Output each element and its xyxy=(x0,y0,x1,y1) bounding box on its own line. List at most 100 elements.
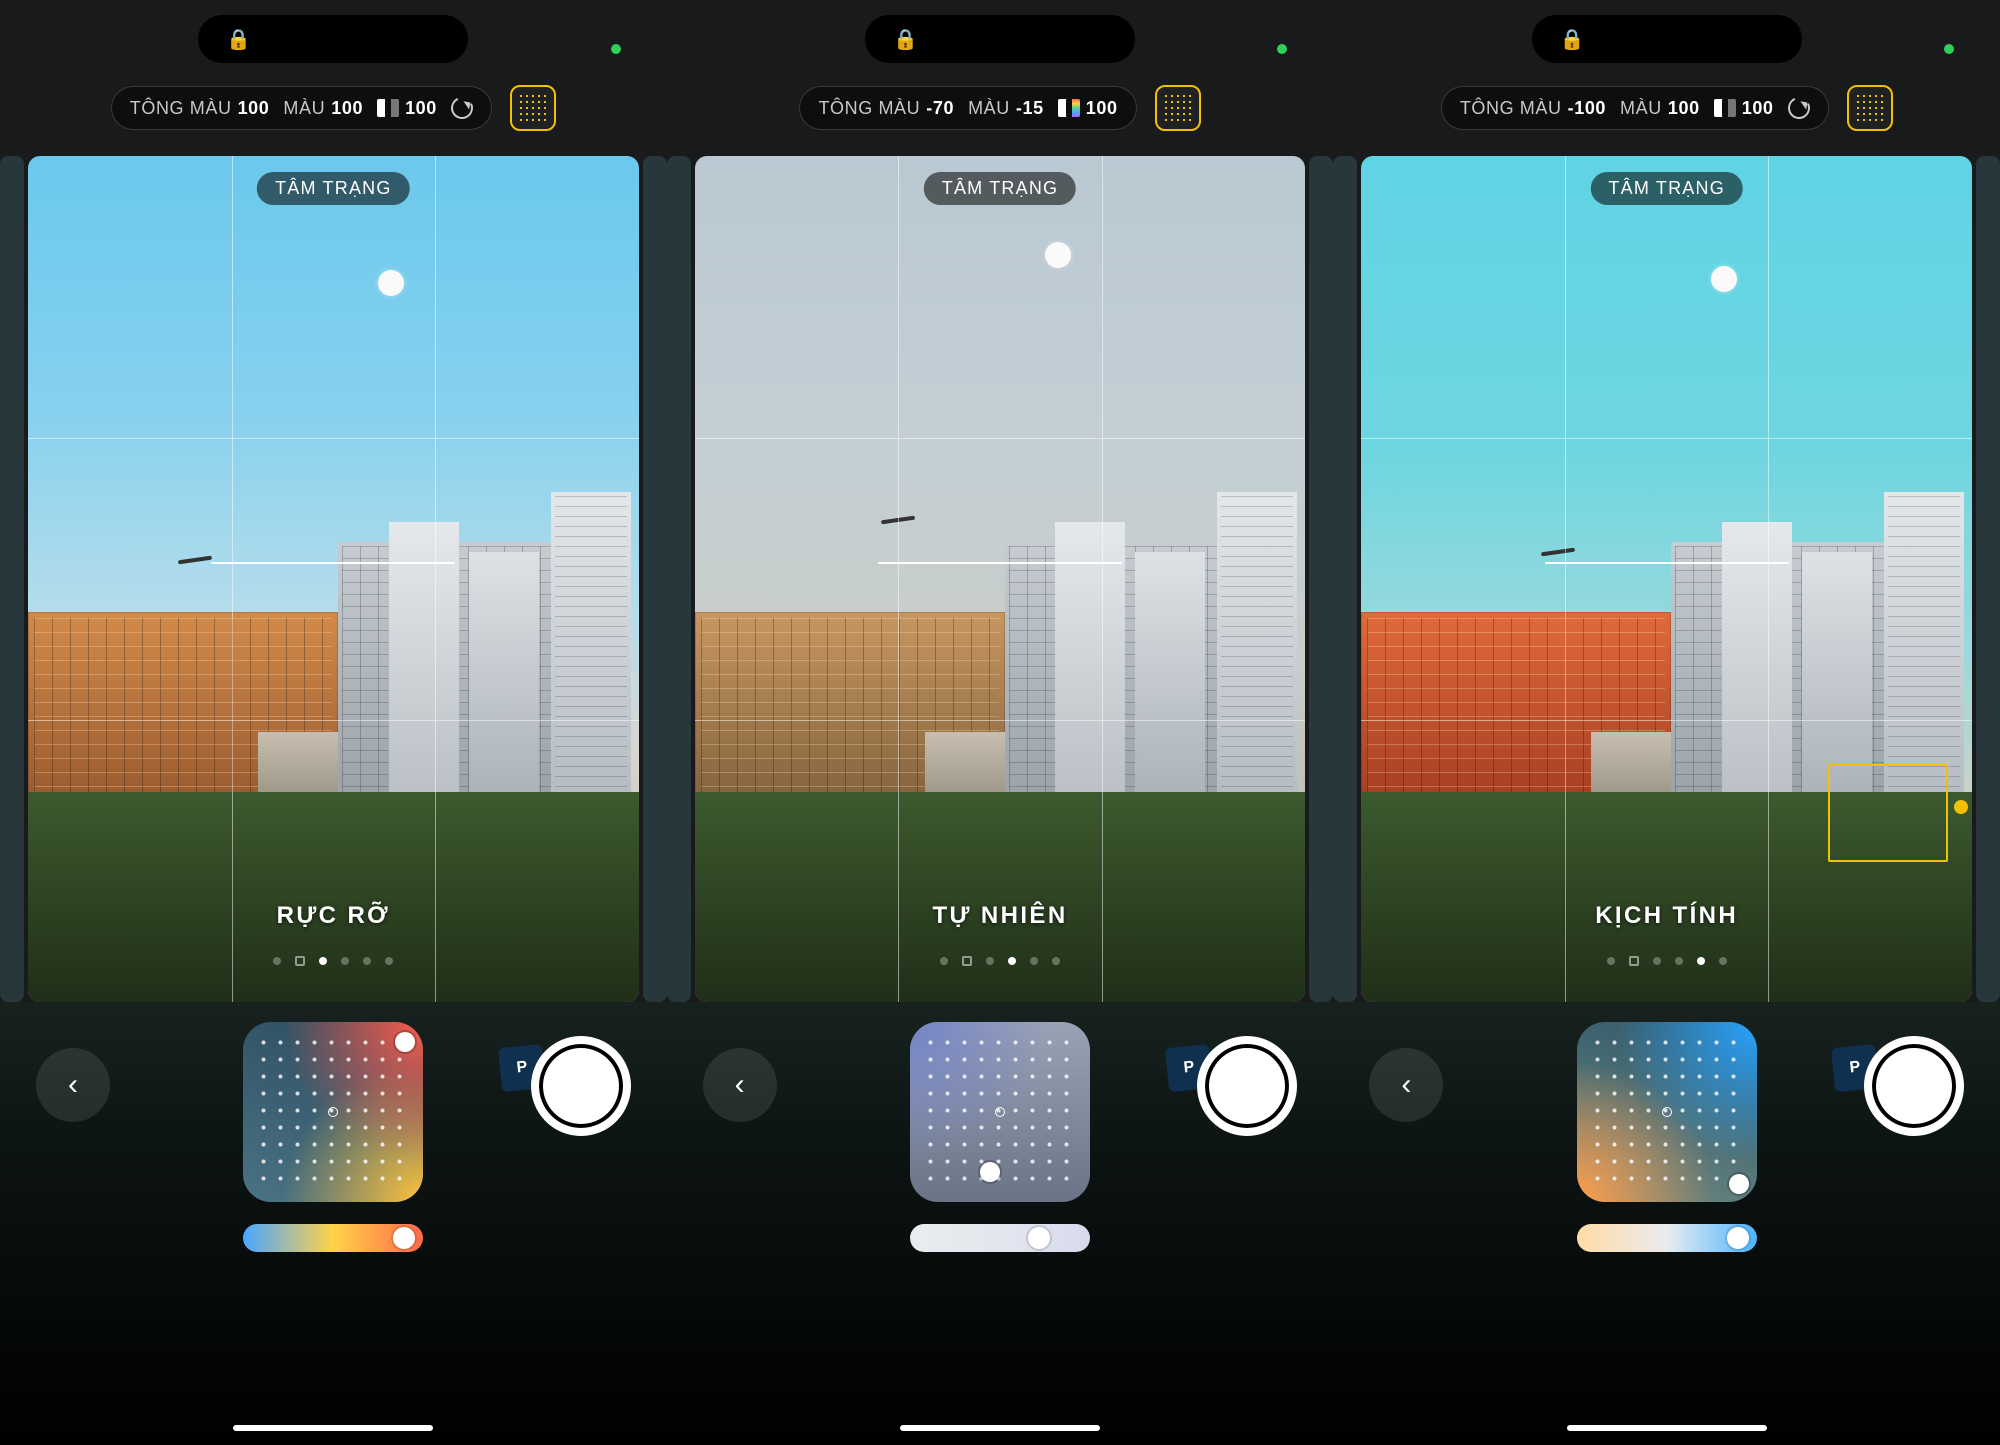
back-button[interactable]: ‹ xyxy=(703,1048,777,1122)
params-pill[interactable]: TÔNG MÀU-100MÀU100100 xyxy=(1441,86,1829,130)
page-dot[interactable] xyxy=(1030,957,1038,965)
level-indicator xyxy=(1545,562,1789,564)
dynamic-island: 🔒 xyxy=(198,15,468,63)
color-param[interactable]: MÀU100 xyxy=(1620,98,1700,119)
focus-exposure-box[interactable] xyxy=(1828,764,1948,862)
slider-knob[interactable] xyxy=(1028,1227,1050,1249)
tone-label: TÔNG MÀU xyxy=(818,98,920,119)
lock-icon: 🔒 xyxy=(893,27,918,52)
styles-toggle-button[interactable] xyxy=(1155,85,1201,131)
ground xyxy=(695,792,1306,1002)
tone-param[interactable]: TÔNG MÀU -100 xyxy=(1460,98,1606,119)
next-style-peek[interactable] xyxy=(1976,156,2000,1002)
exposure-sun-icon[interactable] xyxy=(1954,800,1968,814)
styles-toggle-button[interactable] xyxy=(510,85,556,131)
page-dot[interactable] xyxy=(1052,957,1060,965)
reset-icon[interactable] xyxy=(448,94,476,122)
tone-param[interactable]: TÔNG MÀU100 xyxy=(130,98,270,119)
page-dot[interactable] xyxy=(319,957,327,965)
intensity-slider[interactable] xyxy=(243,1224,423,1252)
page-dot[interactable] xyxy=(1653,957,1661,965)
viewfinder-wrap: TÂM TRẠNGKỊCH TÍNH xyxy=(1361,156,1972,1002)
page-dot[interactable] xyxy=(363,957,371,965)
camera-indicator-dot xyxy=(1944,44,1954,54)
back-button[interactable]: ‹ xyxy=(36,1048,110,1122)
style-page-dots[interactable] xyxy=(940,956,1060,966)
pad-thumb[interactable] xyxy=(395,1032,415,1052)
page-dot[interactable] xyxy=(1008,957,1016,965)
shutter-button[interactable] xyxy=(1197,1036,1297,1136)
pad-thumb[interactable] xyxy=(1729,1174,1749,1194)
home-indicator[interactable] xyxy=(900,1425,1100,1431)
page-dot[interactable] xyxy=(295,956,305,966)
page-dot[interactable] xyxy=(1719,957,1727,965)
home-indicator[interactable] xyxy=(233,1425,433,1431)
camera-indicator-dot xyxy=(611,44,621,54)
style-page-dots[interactable] xyxy=(1607,956,1727,966)
prev-style-peek[interactable] xyxy=(1333,156,1357,1002)
controls-area: P‹ xyxy=(0,1002,667,1445)
pad-center-marker xyxy=(1662,1107,1672,1117)
color-param[interactable]: MÀU-15 xyxy=(968,98,1044,119)
tone-color-pad[interactable] xyxy=(910,1022,1090,1202)
bw-icon xyxy=(377,99,399,117)
page-dot[interactable] xyxy=(385,957,393,965)
shutter-button[interactable] xyxy=(531,1036,631,1136)
prev-style-peek[interactable] xyxy=(0,156,24,1002)
styles-grid-icon xyxy=(518,93,548,123)
page-dot[interactable] xyxy=(940,957,948,965)
color-label: MÀU xyxy=(968,98,1010,119)
color-param[interactable]: MÀU100 xyxy=(283,98,363,119)
intensity-param[interactable]: 100 xyxy=(377,98,437,119)
slider-knob[interactable] xyxy=(393,1227,415,1249)
params-pill[interactable]: TÔNG MÀU -70 MÀU-15 100 xyxy=(799,86,1136,130)
tone-color-pad[interactable] xyxy=(243,1022,423,1202)
level-indicator xyxy=(211,562,455,564)
mood-chip[interactable]: TÂM TRẠNG xyxy=(257,172,409,205)
page-dot[interactable] xyxy=(1629,956,1639,966)
page-dot[interactable] xyxy=(341,957,349,965)
camera-indicator-dot xyxy=(1277,44,1287,54)
color-value: 100 xyxy=(1668,98,1700,119)
mood-chip[interactable]: TÂM TRẠNG xyxy=(1590,172,1742,205)
intensity-param[interactable]: 100 xyxy=(1058,98,1118,119)
shutter-button[interactable] xyxy=(1864,1036,1964,1136)
params-pill[interactable]: TÔNG MÀU100MÀU100100 xyxy=(111,86,492,130)
tone-value: -70 xyxy=(926,98,954,119)
tone-label: TÔNG MÀU xyxy=(1460,98,1562,119)
styles-toggle-button[interactable] xyxy=(1847,85,1893,131)
page-dot[interactable] xyxy=(962,956,972,966)
status-bar: 🔒 xyxy=(0,12,667,66)
page-dot[interactable] xyxy=(273,957,281,965)
intensity-param[interactable]: 100 xyxy=(1714,98,1774,119)
style-page-dots[interactable] xyxy=(273,956,393,966)
status-bar: 🔒 xyxy=(667,12,1334,66)
page-dot[interactable] xyxy=(1697,957,1705,965)
styles-grid-icon xyxy=(1163,93,1193,123)
style-name-label: TỰ NHIÊN xyxy=(932,902,1067,930)
tone-color-pad[interactable] xyxy=(1577,1022,1757,1202)
intensity-slider[interactable] xyxy=(910,1224,1090,1252)
home-indicator[interactable] xyxy=(1567,1425,1767,1431)
viewfinder[interactable]: TÂM TRẠNG TỰ NHIÊN xyxy=(695,156,1306,1002)
lock-icon: 🔒 xyxy=(226,27,251,52)
viewfinder[interactable]: TÂM TRẠNGKỊCH TÍNH xyxy=(1361,156,1972,1002)
back-button[interactable]: ‹ xyxy=(1369,1048,1443,1122)
mood-chip[interactable]: TÂM TRẠNG xyxy=(924,172,1076,205)
page-dot[interactable] xyxy=(1607,957,1615,965)
slider-knob[interactable] xyxy=(1727,1227,1749,1249)
reset-icon[interactable] xyxy=(1784,94,1812,122)
intensity-slider[interactable] xyxy=(1577,1224,1757,1252)
color-value: 100 xyxy=(331,98,363,119)
next-style-peek[interactable] xyxy=(1309,156,1333,1002)
tone-value: -100 xyxy=(1568,98,1606,119)
next-style-peek[interactable] xyxy=(643,156,667,1002)
page-dot[interactable] xyxy=(1675,957,1683,965)
chevron-left-icon: ‹ xyxy=(1401,1068,1411,1102)
viewfinder[interactable]: TÂM TRẠNG RỰC RỠ xyxy=(28,156,639,1002)
style-name-label: RỰC RỠ xyxy=(277,902,390,930)
tone-param[interactable]: TÔNG MÀU -70 xyxy=(818,98,954,119)
page-dot[interactable] xyxy=(986,957,994,965)
prev-style-peek[interactable] xyxy=(667,156,691,1002)
pad-thumb[interactable] xyxy=(980,1162,1000,1182)
